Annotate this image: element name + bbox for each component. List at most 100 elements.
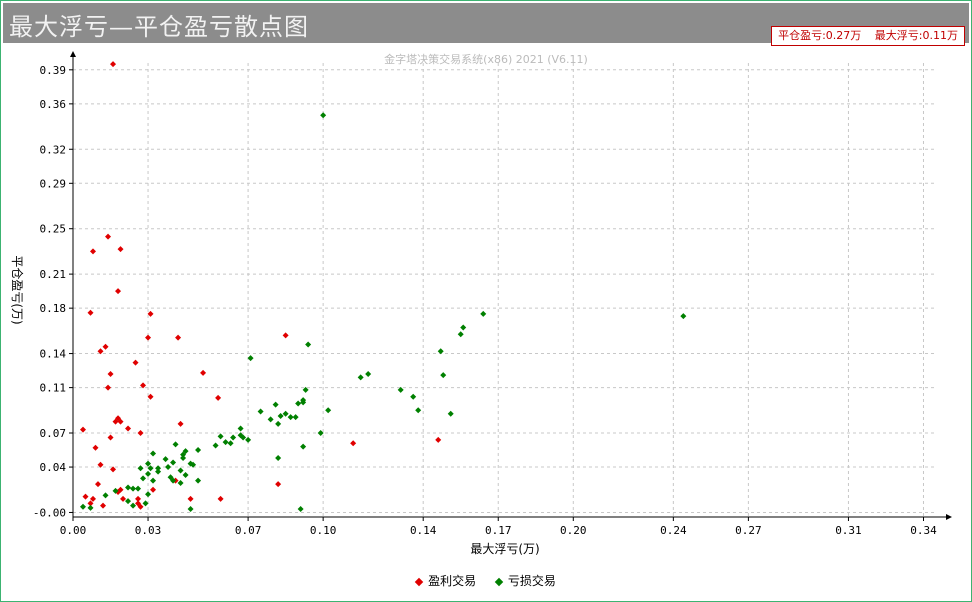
x-tick-label: 0.34	[910, 524, 937, 537]
x-tick-label: 0.20	[560, 524, 587, 537]
x-axis-arrow	[946, 514, 952, 520]
x-tick-label: 0.07	[235, 524, 262, 537]
profit-trade-point	[105, 384, 112, 391]
y-tick-label: 0.39	[40, 64, 67, 77]
y-tick-label: 0.07	[40, 427, 67, 440]
loss-trade-point	[437, 348, 444, 355]
y-tick-label: 0.21	[40, 268, 67, 281]
loss-trade-point	[102, 492, 109, 499]
profit-trade-point	[115, 288, 122, 295]
y-tick-label: -0.00	[33, 506, 66, 519]
x-ticks: 0.00 0.03 0.07 0.10 0.14 0.17 0.20 0.24 0.27 0.31…	[60, 517, 937, 537]
loss-trade-point	[267, 416, 274, 423]
profit-trade-point	[125, 425, 132, 432]
legend-label-profit: 盈利交易	[428, 574, 477, 588]
y-tick-label: 0.04	[40, 461, 67, 474]
x-tick-label: 0.03	[135, 524, 162, 537]
profit-trade-point	[435, 436, 442, 443]
legend-label-loss: 亏损交易	[507, 574, 556, 588]
profit-trade-point	[117, 246, 124, 253]
x-tick-label: 0.17	[485, 524, 512, 537]
profit-trade-point	[275, 481, 282, 488]
loss-trade-point	[410, 393, 417, 400]
y-tick-label: 0.29	[40, 177, 67, 190]
y-tick-label: 0.32	[40, 143, 67, 156]
legend-item-loss: 亏损交易	[494, 572, 556, 589]
x-tick-label: 0.24	[660, 524, 687, 537]
loss-trade-point	[357, 374, 364, 381]
loss-trade-point	[245, 436, 252, 443]
x-axis-label: 最大浮亏(万)	[470, 542, 539, 556]
loss-trade-point	[125, 498, 132, 505]
loss-trade-point	[145, 470, 152, 477]
profit-trade-point	[90, 248, 97, 255]
loss-trade-point	[365, 370, 372, 377]
profit-trade-point	[187, 495, 194, 502]
loss-trade-point	[217, 433, 224, 440]
scatter-plot: 0.00 0.03 0.07 0.10 0.14 0.17 0.20 0.24 0.27 0.31…	[10, 51, 952, 556]
y-tick-label: 0.11	[40, 382, 67, 395]
loss-trade-point	[180, 454, 187, 461]
loss-trade-point	[137, 465, 144, 472]
loss-trade-point	[480, 310, 487, 317]
profit-trade-point	[282, 332, 289, 339]
y-axis-label: 平仓盈亏(万)	[10, 255, 24, 324]
loss-trade-point	[277, 412, 284, 419]
loss-trade-point	[272, 401, 279, 408]
legend: 盈利交易 亏损交易	[1, 572, 971, 589]
profit-trade-point	[110, 61, 117, 68]
loss-trade-point	[187, 506, 194, 513]
loss-trade-point	[182, 472, 189, 479]
loss-trade-point	[457, 331, 464, 338]
profit-trade-point	[177, 420, 184, 427]
y-tick-label: 0.36	[40, 98, 67, 111]
loss-trade-point	[440, 372, 447, 379]
profit-trade-point	[175, 334, 182, 341]
profit-trade-point	[95, 481, 102, 488]
profit-trade-point	[102, 343, 109, 350]
loss-trade-point	[295, 400, 302, 407]
profit-marker-icon	[414, 577, 424, 586]
profit-trade-point	[107, 370, 114, 377]
profit-trade-point	[137, 430, 144, 437]
profit-trade-point	[350, 440, 357, 447]
loss-trade-point	[87, 504, 94, 511]
profit-trade-point	[200, 369, 207, 376]
profit-trade-point	[100, 502, 107, 509]
profit-trade-point	[145, 334, 152, 341]
loss-trade-point	[125, 484, 132, 491]
loss-trade-point	[680, 313, 687, 320]
loss-trade-point	[237, 425, 244, 432]
loss-trade-point	[447, 410, 454, 417]
loss-trade-point	[135, 485, 142, 492]
loss-trade-point	[172, 441, 179, 448]
loss-trade-point	[212, 442, 219, 449]
legend-item-profit: 盈利交易	[414, 572, 477, 589]
x-tick-label: 0.31	[835, 524, 862, 537]
loss-trade-point	[150, 450, 157, 457]
profit-trade-point	[82, 493, 89, 500]
profit-trade-point	[92, 444, 99, 451]
profit-trade-point	[120, 495, 127, 502]
y-ticks: -0.00 0.04 0.07 0.11 0.14 0.18 0.21 0.25 0.29 0.3…	[33, 64, 73, 519]
loss-trade-point	[247, 355, 254, 362]
loss-trade-point	[275, 454, 282, 461]
loss-trade-point	[222, 439, 229, 446]
data-points	[80, 61, 687, 513]
profit-trade-point	[107, 434, 114, 441]
loss-trade-point	[170, 459, 177, 466]
profit-trade-point	[132, 359, 139, 366]
loss-trade-point	[130, 502, 137, 509]
profit-trade-point	[217, 495, 224, 502]
profit-trade-point	[80, 426, 87, 433]
loss-trade-point	[195, 477, 202, 484]
loss-trade-point	[177, 479, 184, 486]
loss-trade-point	[300, 443, 307, 450]
loss-trade-point	[460, 324, 467, 331]
y-tick-label: 0.14	[40, 348, 67, 361]
x-tick-label: 0.00	[60, 524, 87, 537]
loss-trade-point	[257, 408, 264, 415]
profit-trade-point	[150, 486, 157, 493]
loss-trade-point	[320, 112, 327, 119]
profit-trade-point	[87, 309, 94, 316]
